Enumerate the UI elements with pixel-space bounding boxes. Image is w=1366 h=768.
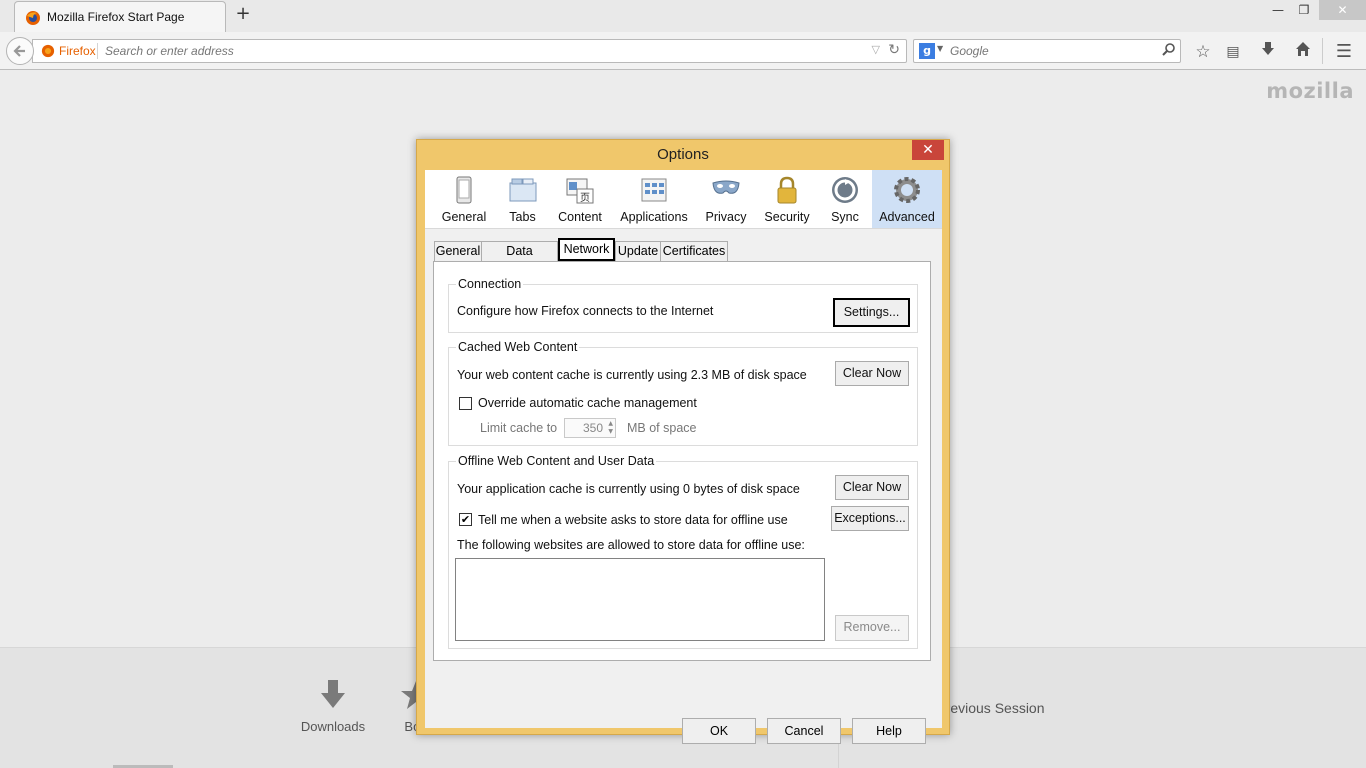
url-bar[interactable]: Firefox Search or enter address ▽ ↻ <box>32 39 907 63</box>
tell-me-checkbox[interactable]: ✔ <box>459 513 472 526</box>
tabs-icon <box>508 175 538 205</box>
tell-me-label: Tell me when a website asks to store dat… <box>478 513 788 527</box>
group-legend: Connection <box>456 277 524 291</box>
subtab-network[interactable]: Network <box>558 238 615 261</box>
back-button[interactable] <box>6 37 34 65</box>
search-input[interactable]: Google <box>950 44 989 58</box>
pane-label: Security <box>764 210 810 224</box>
pane-label: General <box>441 210 487 224</box>
connection-description: Configure how Firefox connects to the In… <box>457 304 714 318</box>
mozilla-wordmark: mozilla <box>1266 79 1354 103</box>
cache-size-stepper[interactable]: 350 ▲ ▼ <box>564 418 616 438</box>
bookmarks-menu-icon[interactable]: ▤ <box>1222 41 1244 63</box>
maximize-button[interactable]: ❐ <box>1290 0 1318 20</box>
lock-icon <box>772 175 802 205</box>
new-tab-button[interactable]: + <box>234 5 252 25</box>
title-bar: Mozilla Firefox Start Page + — ❐ ✕ <box>0 0 1366 32</box>
subtab-data-choices[interactable]: Data Choices <box>481 241 558 276</box>
pane-content[interactable]: 页 Content <box>552 170 608 228</box>
pane-applications[interactable]: Applications <box>612 170 696 228</box>
pane-label: Privacy <box>705 210 747 224</box>
downloads-icon[interactable] <box>1257 41 1279 63</box>
group-legend: Cached Web Content <box>456 340 580 354</box>
search-bar[interactable]: g ▼ Google <box>913 39 1181 63</box>
window-close-button[interactable]: ✕ <box>1319 0 1366 20</box>
pane-privacy[interactable]: Privacy <box>698 170 754 228</box>
remove-button[interactable]: Remove... <box>835 615 909 641</box>
firefox-logo-icon <box>25 10 41 29</box>
hamburger-menu-icon[interactable]: ☰ <box>1333 41 1355 63</box>
offline-usage-text: Your application cache is currently usin… <box>457 482 800 496</box>
cache-usage-text: Your web content cache is currently usin… <box>457 368 807 382</box>
cache-size-value: 350 <box>582 421 603 435</box>
engine-dropdown-icon[interactable]: ▼ <box>937 44 943 53</box>
pane-tabs[interactable]: Tabs <box>495 170 550 228</box>
offline-list-label: The following websites are allowed to st… <box>457 538 805 552</box>
download-icon <box>298 678 368 719</box>
clear-offline-button[interactable]: Clear Now <box>835 475 909 500</box>
history-dropdown-icon[interactable]: ▽ <box>872 43 880 56</box>
content-icon: 页 <box>565 175 595 205</box>
sync-icon <box>830 175 860 205</box>
subtab-update[interactable]: Update <box>615 241 661 261</box>
url-separator <box>97 43 98 59</box>
preference-panes: General Tabs 页 Content Applications Priv… <box>425 170 942 229</box>
connection-group: Connection Configure how Firefox connect… <box>448 277 918 333</box>
exceptions-button[interactable]: Exceptions... <box>831 506 909 531</box>
privacy-mask-icon <box>711 175 741 205</box>
offline-group: Offline Web Content and User Data Your a… <box>448 454 918 649</box>
offline-websites-list[interactable] <box>455 558 825 641</box>
subtab-certificates[interactable]: Certificates <box>660 241 728 261</box>
override-cache-checkbox[interactable] <box>459 397 472 410</box>
dialog-title: Options <box>657 146 709 163</box>
minimize-button[interactable]: — <box>1264 0 1292 20</box>
gear-icon <box>892 175 922 205</box>
options-dialog: Options ✕ General Tabs 页 Content Applica… <box>416 139 950 744</box>
pane-general[interactable]: General <box>435 170 493 228</box>
pane-security[interactable]: Security <box>758 170 816 228</box>
cache-group: Cached Web Content Your web content cach… <box>448 340 918 446</box>
subtab-general[interactable]: General <box>434 241 482 261</box>
reload-icon[interactable]: ↻ <box>888 42 900 58</box>
cancel-button[interactable]: Cancel <box>767 718 841 744</box>
nav-toolbar: Firefox Search or enter address ▽ ↻ g ▼ … <box>0 32 1366 70</box>
firefox-identity-icon <box>41 44 55 61</box>
override-cache-label: Override automatic cache management <box>478 396 697 410</box>
url-identity-label: Firefox <box>59 44 96 58</box>
pane-advanced[interactable]: Advanced <box>872 170 942 228</box>
network-panel: Connection Configure how Firefox connect… <box>433 261 931 661</box>
pane-label: Advanced <box>879 210 935 224</box>
applications-icon <box>639 175 669 205</box>
pane-sync[interactable]: Sync <box>818 170 872 228</box>
ok-button[interactable]: OK <box>682 718 756 744</box>
clear-cache-button[interactable]: Clear Now <box>835 361 909 386</box>
dialog-body: General Tabs 页 Content Applications Priv… <box>425 170 942 744</box>
pane-label: Content <box>558 210 602 224</box>
search-icon[interactable] <box>1162 42 1176 60</box>
back-arrow-icon <box>13 45 25 57</box>
connection-settings-button[interactable]: Settings... <box>833 298 910 327</box>
pane-label: Tabs <box>509 210 536 224</box>
pane-label: Sync <box>831 210 859 224</box>
dialog-close-button[interactable]: ✕ <box>912 140 944 160</box>
help-button[interactable]: Help <box>852 718 926 744</box>
home-icon[interactable] <box>1292 41 1314 63</box>
toolbar-separator <box>1322 38 1323 64</box>
launcher-label: Downloads <box>300 719 366 734</box>
svg-text:页: 页 <box>580 192 590 204</box>
bookmark-star-icon[interactable]: ☆ <box>1192 41 1214 63</box>
google-icon[interactable]: g <box>919 43 935 59</box>
cache-unit-label: MB of space <box>627 421 697 435</box>
general-icon <box>449 175 479 205</box>
tab-title: Mozilla Firefox Start Page <box>47 10 185 24</box>
stepper-arrows-icon[interactable]: ▲ ▼ <box>608 420 613 436</box>
group-legend: Offline Web Content and User Data <box>456 454 657 468</box>
browser-tab[interactable]: Mozilla Firefox Start Page <box>14 1 226 32</box>
launcher-downloads[interactable]: Downloads <box>298 678 368 734</box>
url-input[interactable]: Search or enter address <box>105 44 234 58</box>
pane-label: Applications <box>620 210 688 224</box>
limit-cache-label: Limit cache to <box>480 421 558 435</box>
